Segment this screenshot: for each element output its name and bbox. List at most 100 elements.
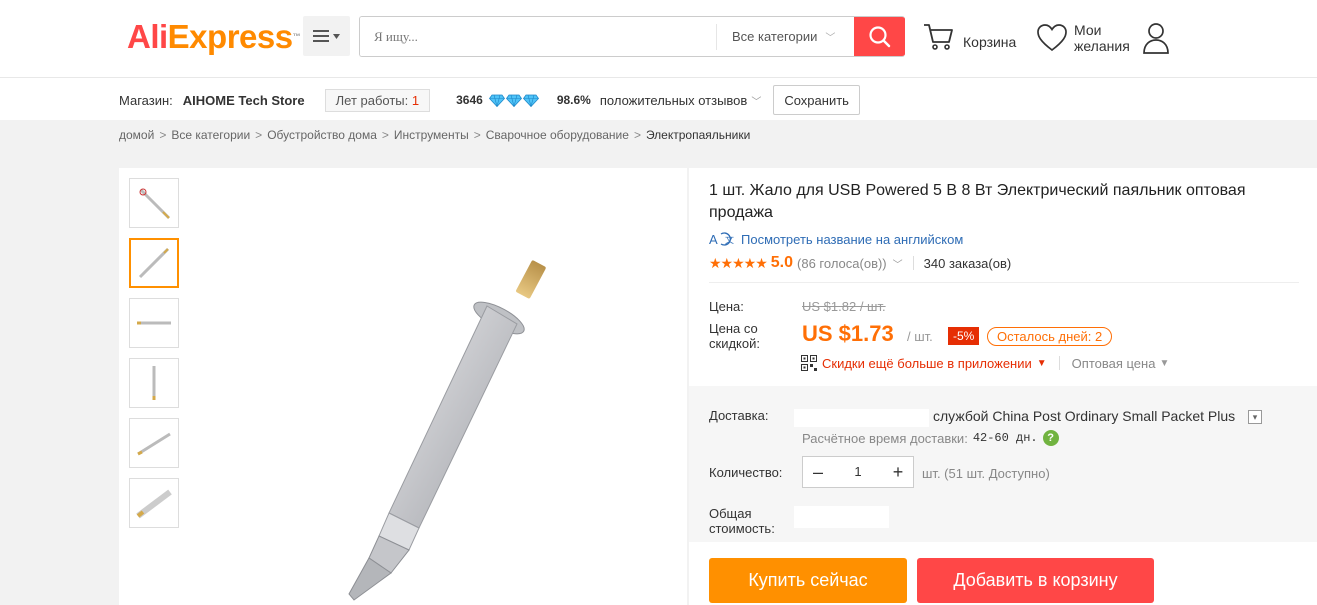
logo-text-express[interactable]: Express bbox=[168, 18, 293, 55]
shipping-label: Доставка: bbox=[709, 408, 769, 423]
gallery-thumbnail-2-selected[interactable] bbox=[129, 238, 179, 288]
total-cost-label: Общая стоимость: bbox=[709, 506, 775, 536]
search-input[interactable] bbox=[360, 17, 716, 56]
account-button[interactable] bbox=[1142, 22, 1170, 59]
breadcrumb-separator: > bbox=[381, 128, 389, 142]
product-title: 1 шт. Жало для USB Powered 5 В 8 Вт Элек… bbox=[709, 182, 1246, 221]
wishlist-label-line2: желания bbox=[1074, 38, 1130, 54]
cart-label: Корзина bbox=[963, 34, 1017, 50]
orders-count: 340 заказа(ов) bbox=[923, 255, 1012, 271]
categories-menu-button[interactable] bbox=[303, 16, 350, 56]
breadcrumb-separator: > bbox=[159, 128, 167, 142]
heart-icon bbox=[1037, 24, 1067, 52]
translate-title-label: Посмотреть название на английском bbox=[741, 231, 964, 247]
soldering-tip-thumbnail-image bbox=[139, 188, 171, 220]
caret-down-icon bbox=[333, 33, 340, 39]
translate-icon: A文 bbox=[709, 232, 734, 247]
search-button[interactable] bbox=[854, 17, 905, 56]
store-bar: Магазин: AIHOME Tech Store Лет работы: 1… bbox=[0, 78, 1317, 120]
diamond-icon bbox=[522, 94, 539, 107]
store-years-value: 1 bbox=[411, 92, 420, 108]
diamond-icon bbox=[488, 94, 505, 107]
positive-feedback-label: положительных отзывов bbox=[599, 92, 748, 108]
divider bbox=[709, 282, 1299, 283]
shipping-method: службой China Post Ordinary Small Packet… bbox=[933, 408, 1236, 424]
discount-price: US $1.73 bbox=[802, 321, 894, 346]
positive-feedback-dropdown[interactable]: положительных отзывов ﹀ bbox=[600, 93, 761, 108]
breadcrumb: домой > Все категории > Обустройство дома > Ин… bbox=[0, 120, 1317, 152]
total-cost-placeholder bbox=[794, 506, 889, 528]
aliexpress-logo[interactable]: AliExpress™ bbox=[127, 18, 301, 56]
stock-available: шт. (51 шт. Доступно) bbox=[922, 466, 1050, 481]
delivery-eta-value: 42-60 дн. bbox=[972, 431, 1038, 445]
app-discount-link[interactable]: Скидки ещё больше в приложении bbox=[822, 356, 1032, 371]
menu-icon bbox=[313, 30, 329, 42]
breadcrumb-home-improvement[interactable]: Обустройство дома bbox=[267, 128, 377, 142]
caret-down-icon: ▼ bbox=[1159, 357, 1170, 369]
gallery-thumbnail-6[interactable] bbox=[129, 478, 179, 528]
soldering-tip-thumbnail-image bbox=[138, 247, 170, 279]
breadcrumb-separator: > bbox=[633, 128, 641, 142]
app-discount-row: Скидки ещё больше в приложении ▼ Оптовая… bbox=[801, 355, 1169, 371]
quantity-stepper: – 1 + bbox=[802, 456, 914, 488]
chevron-down-icon: ﹀ bbox=[751, 96, 762, 108]
product-info-panel: 1 шт. Жало для USB Powered 5 В 8 Вт Элек… bbox=[689, 168, 1317, 605]
breadcrumb-all-categories[interactable]: Все категории bbox=[171, 128, 250, 142]
chevron-down-icon: ﹀ bbox=[825, 33, 836, 44]
gallery-thumbnail-1[interactable] bbox=[129, 178, 179, 228]
breadcrumb-current: Электропаяльники bbox=[645, 128, 751, 142]
soldering-tip-thumbnail-image bbox=[152, 366, 156, 400]
breadcrumb-welding-equipment[interactable]: Сварочное оборудование bbox=[486, 128, 629, 142]
gallery-thumbnail-5[interactable] bbox=[129, 418, 179, 468]
top-header: AliExpress™ Все категории ﹀ Корзина Моиже… bbox=[0, 0, 1317, 78]
quantity-input[interactable]: 1 bbox=[833, 457, 883, 487]
soldering-tip-thumbnail-image bbox=[136, 489, 172, 519]
breadcrumb-separator: > bbox=[473, 128, 481, 142]
rating-votes-link[interactable]: (86 голоса(ов)) bbox=[797, 256, 887, 271]
breadcrumb-separator: > bbox=[255, 128, 263, 142]
store-years-badge: Лет работы: 1 bbox=[324, 88, 431, 112]
wishlist-label: Мои желания bbox=[1074, 22, 1130, 54]
translate-title-link[interactable]: A文 Посмотреть название на английском bbox=[709, 231, 964, 248]
rating-row: ★★★★★ 5.0 (86 голоса(ов)) ﹀ 340 заказа(о… bbox=[709, 254, 1011, 272]
buy-now-button[interactable]: Купить сейчас bbox=[709, 558, 907, 603]
save-store-button[interactable]: Сохранить bbox=[773, 85, 860, 115]
svg-text:A: A bbox=[709, 232, 718, 247]
search-category-select[interactable]: Все категории ﹀ bbox=[716, 24, 854, 50]
svg-text:文: 文 bbox=[725, 234, 734, 245]
divider bbox=[912, 256, 914, 270]
product-gallery bbox=[119, 168, 687, 605]
shipping-method-dropdown[interactable]: ▾ bbox=[1248, 410, 1262, 424]
soldering-tip-thumbnail-image bbox=[137, 432, 171, 456]
main-product-image bbox=[348, 260, 546, 601]
delivery-eta: Расчётное время доставки: 42-60 дн. ? bbox=[802, 430, 1059, 446]
soldering-tip-thumbnail-image bbox=[137, 321, 171, 325]
caret-down-icon: ▼ bbox=[1036, 357, 1047, 369]
wishlist-link[interactable]: Мои желания bbox=[1036, 22, 1130, 54]
search-bar: Все категории ﹀ bbox=[359, 16, 905, 57]
original-price: US $1.82 / шт. bbox=[802, 299, 886, 314]
add-to-cart-button[interactable]: Добавить в корзину bbox=[917, 558, 1154, 603]
store-years-label: Лет работы: bbox=[335, 92, 409, 108]
cart-link[interactable]: Корзина bbox=[923, 22, 1016, 52]
delivery-eta-label: Расчётное время доставки: bbox=[802, 430, 968, 446]
quantity-decrease-button[interactable]: – bbox=[803, 457, 833, 487]
store-label: Магазин: bbox=[119, 92, 173, 108]
rating-stars-icon: ★★★★★ bbox=[709, 254, 768, 271]
diamond-icon bbox=[505, 94, 522, 107]
wholesale-price-link[interactable]: Оптовая цена bbox=[1072, 356, 1156, 371]
help-icon[interactable]: ? bbox=[1042, 430, 1059, 446]
quantity-label: Количество: bbox=[709, 465, 783, 480]
breadcrumb-tools[interactable]: Инструменты bbox=[394, 128, 469, 142]
search-category-value: Все категории bbox=[732, 29, 818, 44]
quantity-increase-button[interactable]: + bbox=[883, 457, 913, 487]
search-icon bbox=[869, 25, 891, 47]
logo-text-ali[interactable]: Ali bbox=[127, 18, 168, 55]
breadcrumb-home[interactable]: домой bbox=[119, 128, 154, 142]
gallery-thumbnail-3[interactable] bbox=[129, 298, 179, 348]
chevron-down-icon[interactable]: ﹀ bbox=[893, 256, 903, 271]
gallery-thumbnail-4[interactable] bbox=[129, 358, 179, 408]
store-name-link[interactable]: AIHOME Tech Store bbox=[183, 93, 305, 108]
discount-price-label: Цена со скидкой: bbox=[709, 321, 760, 351]
logo-trademark: ™ bbox=[292, 32, 301, 41]
